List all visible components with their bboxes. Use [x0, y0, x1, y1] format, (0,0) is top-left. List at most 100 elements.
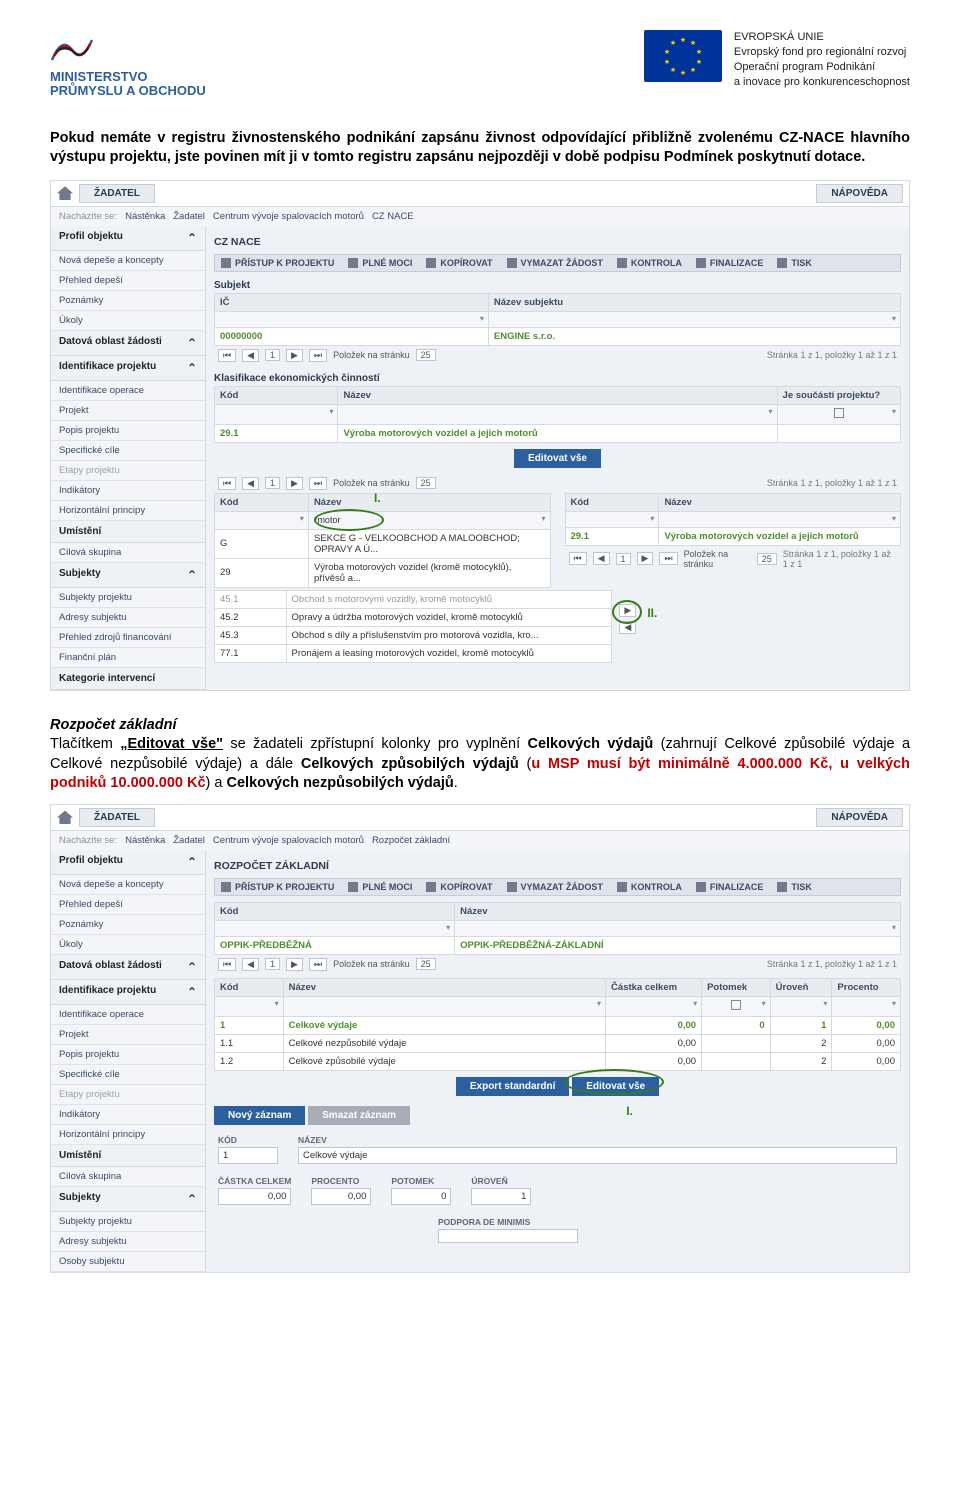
breadcrumb: Nacházíte se: Nástěnka Žadatel Centrum v…	[51, 831, 909, 850]
sidebar-item[interactable]: Subjekty projektu	[51, 588, 205, 608]
sidebar-item[interactable]: Nová depeše a koncepty	[51, 251, 205, 271]
users-icon	[221, 882, 231, 892]
tool-plne[interactable]: PLNÉ MOCI	[348, 258, 412, 268]
left-nace-table: KódNázev *motor GSEKCE G - VELKOOBCHOD A…	[214, 493, 551, 588]
annotation-2: II.	[647, 606, 657, 620]
toolbar: PŘÍSTUP K PROJEKTU PLNÉ MOCI KOPÍROVAT V…	[214, 254, 901, 272]
subject-name[interactable]: ENGINE s.r.o.	[488, 327, 900, 345]
pager-last[interactable]: ⏭	[309, 349, 327, 362]
eu-title: EVROPSKÁ UNIE	[734, 30, 910, 45]
eu-logo-block: ★ ★ ★ ★ ★ ★ ★ ★ ★ ★ EVROPSKÁ UNIE Evrops…	[644, 30, 910, 89]
export-button[interactable]: Export standardní	[456, 1077, 570, 1096]
bottom-nace-table: 45.1Obchod s motorovými vozidly, kromě m…	[214, 590, 612, 663]
novy-zaznam-button[interactable]: Nový záznam	[214, 1106, 305, 1125]
budget-header-table: KódNázev OPPIK-PŘEDBĚŽNÁOPPIK-PŘEDBĚŽNÁ-…	[214, 902, 901, 955]
screenshot-rozpocet: ŽADATEL NÁPOVĚDA Nacházíte se: Nástěnka …	[50, 804, 910, 1273]
sidebar-item[interactable]: Horizontální principy	[51, 501, 205, 521]
home-icon[interactable]	[57, 186, 73, 200]
sidebar-item[interactable]: Přehled depeší	[51, 271, 205, 291]
sidebar-item[interactable]: Poznámky	[51, 291, 205, 311]
sidebar-item[interactable]: Specifické cíle	[51, 441, 205, 461]
copy-icon	[426, 258, 436, 268]
subject-table: IČNázev subjektu 00000000ENGINE s.r.o.	[214, 293, 901, 346]
sidebar-item[interactable]: Indikátory	[51, 481, 205, 501]
smazat-zaznam-button[interactable]: Smazat záznam	[308, 1106, 410, 1125]
tab-napoveda[interactable]: NÁPOVĚDA	[816, 808, 903, 827]
pager-page[interactable]: 1	[265, 477, 280, 489]
sidebar-item[interactable]: Přehled zdrojů financování	[51, 628, 205, 648]
pager-page[interactable]: 1	[265, 349, 280, 361]
editovat-vse-button[interactable]: Editovat vše	[572, 1077, 659, 1096]
procento-input[interactable]: 0,00	[311, 1188, 371, 1205]
kod-input[interactable]: 1	[218, 1147, 278, 1164]
home-icon[interactable]	[57, 810, 73, 824]
delete-icon	[507, 882, 517, 892]
nace-table: KódNázevJe součástí projektu? 29.1Výroba…	[214, 386, 901, 443]
podpora-input[interactable]	[438, 1229, 578, 1243]
panel-title: CZ NACE	[214, 232, 901, 254]
print-icon	[777, 882, 787, 892]
pager-next[interactable]: ▶	[286, 477, 303, 490]
pager-last[interactable]: ⏭	[309, 477, 327, 490]
pager-prev[interactable]: ◀	[242, 477, 259, 490]
breadcrumb: Nacházíte se: Nástěnka Žadatel Centrum v…	[51, 207, 909, 226]
panel-title: ROZPOČET ZÁKLADNÍ	[214, 856, 901, 878]
sidebar-item[interactable]: Popis projektu	[51, 421, 205, 441]
pager-next[interactable]: ▶	[286, 349, 303, 362]
nazev-input[interactable]: Celkové výdaje	[298, 1147, 897, 1164]
budget-table: Kód Název Částka celkem Potomek Úroveň P…	[214, 978, 901, 1071]
rozpocet-paragraph: Rozpočet základní Tlačítkem „Editovat vš…	[50, 716, 910, 794]
filter-input[interactable]	[488, 311, 900, 327]
intro-paragraph: Pokud nemáte v registru živnostenského p…	[50, 129, 910, 168]
sidebar-item[interactable]: Etapy projektu	[51, 461, 205, 481]
users-icon	[221, 258, 231, 268]
filter-motor[interactable]: *motor	[308, 511, 550, 529]
ministry-logo: MINISTERSTVO PRŮMYSLU A OBCHODU	[50, 30, 220, 99]
annotation-1: I.	[626, 1104, 633, 1118]
pager-prev[interactable]: ◀	[242, 349, 259, 362]
castka-input[interactable]: 0,00	[218, 1188, 291, 1205]
potomek-input[interactable]: 0	[391, 1188, 451, 1205]
eu-line4: a inovace pro konkurenceschopnost	[734, 75, 910, 90]
tool-tisk[interactable]: TISK	[777, 258, 812, 268]
section-subjekt: Subjekt	[214, 280, 901, 291]
sidebar-item[interactable]: Úkoly	[51, 311, 205, 331]
checkbox[interactable]	[834, 408, 844, 418]
print-icon	[777, 258, 787, 268]
tab-napoveda[interactable]: NÁPOVĚDA	[816, 184, 903, 203]
chevron-up-icon[interactable]: ⌃	[187, 361, 197, 375]
copy-icon	[426, 882, 436, 892]
mail-icon	[348, 882, 358, 892]
uroven-input[interactable]: 1	[471, 1188, 531, 1205]
sidebar: Profil objektu⌃ Nová depeše a koncepty P…	[51, 850, 206, 1272]
move-right-button[interactable]: ▶	[619, 604, 636, 617]
tool-vymazat[interactable]: VYMAZAT ŽÁDOST	[507, 258, 603, 268]
pager-first[interactable]: ⏮	[218, 349, 236, 362]
mail-icon	[348, 258, 358, 268]
move-left-button[interactable]: ◀	[619, 621, 636, 634]
sidebar-item[interactable]: Identifikace operace	[51, 381, 205, 401]
checkbox	[731, 1000, 741, 1010]
tool-kontrola[interactable]: KONTROLA	[617, 258, 682, 268]
tool-pristup[interactable]: PŘÍSTUP K PROJEKTU	[221, 258, 334, 268]
sidebar-item[interactable]: Finanční plán	[51, 648, 205, 668]
tab-zadatel[interactable]: ŽADATEL	[79, 808, 155, 827]
ic-value[interactable]: 00000000	[215, 327, 489, 345]
sidebar-item[interactable]: Cílová skupina	[51, 543, 205, 563]
eu-line2: Evropský fond pro regionální rozvoj	[734, 45, 910, 60]
tab-zadatel[interactable]: ŽADATEL	[79, 184, 155, 203]
section-klasifikace: Klasifikace ekonomických činností	[214, 373, 901, 384]
chevron-up-icon[interactable]: ⌃	[187, 568, 197, 582]
sidebar-item[interactable]: Adresy subjektu	[51, 608, 205, 628]
page-size[interactable]: 25	[416, 349, 436, 361]
editovat-vse-button[interactable]: Editovat vše	[514, 449, 601, 468]
sidebar-item[interactable]: Projekt	[51, 401, 205, 421]
tool-kopirovat[interactable]: KOPÍROVAT	[426, 258, 492, 268]
pager-first[interactable]: ⏮	[218, 477, 236, 490]
chevron-up-icon[interactable]: ⌃	[187, 231, 197, 245]
page-size[interactable]: 25	[416, 477, 436, 489]
chevron-up-icon[interactable]: ⌃	[187, 336, 197, 350]
tool-finalizace[interactable]: FINALIZACE	[696, 258, 764, 268]
lock-icon	[696, 258, 706, 268]
filter-input[interactable]	[215, 311, 489, 327]
